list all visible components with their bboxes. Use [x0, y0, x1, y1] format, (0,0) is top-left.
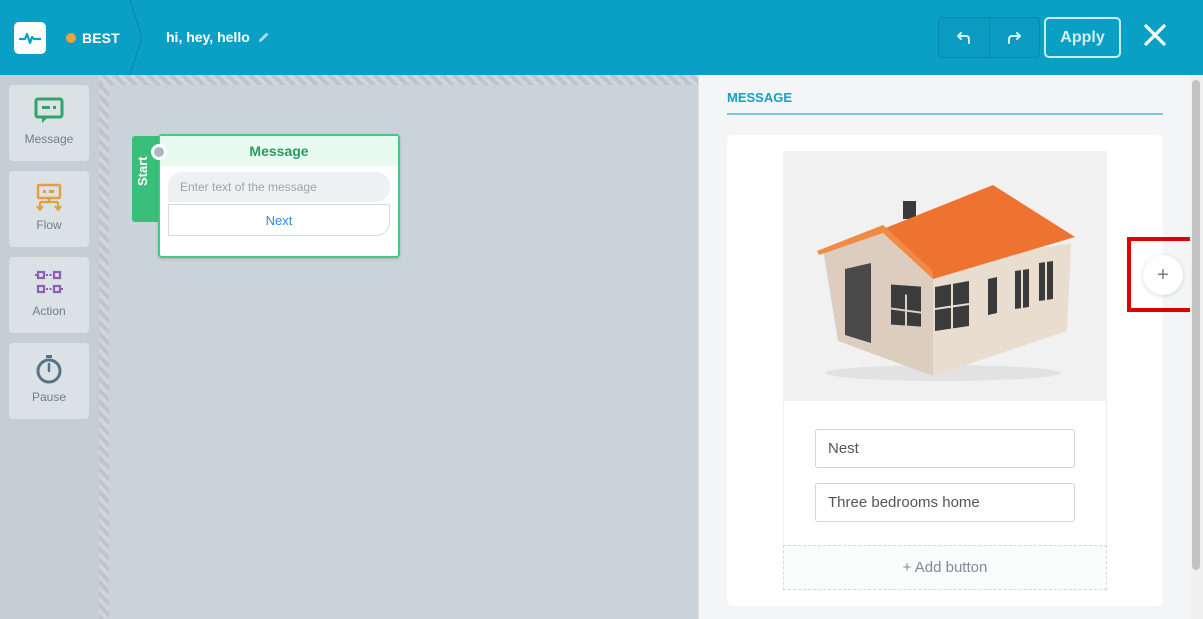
canvas-edge-top	[99, 75, 698, 85]
card-title-input[interactable]: Nest	[815, 429, 1075, 468]
pencil-icon[interactable]	[257, 30, 271, 44]
add-card-button[interactable]: +	[1143, 255, 1183, 295]
add-button[interactable]: + Add button	[783, 545, 1107, 590]
bot-status[interactable]: BEST	[66, 30, 120, 46]
house-image[interactable]	[783, 151, 1107, 401]
pulse-icon	[19, 32, 41, 45]
node-text-field[interactable]: Enter text of the message	[168, 172, 390, 202]
tool-message[interactable]: Message	[9, 85, 89, 161]
flow-name: hi, hey, hello	[166, 29, 250, 45]
node-next-button[interactable]: Next	[168, 204, 390, 236]
undo-button[interactable]	[939, 18, 989, 57]
status-dot	[66, 33, 76, 43]
tool-label: Pause	[31, 390, 67, 404]
redo-icon	[1008, 31, 1022, 44]
breadcrumb-separator	[129, 0, 143, 75]
message-node[interactable]: Message Enter text of the message Next	[151, 134, 400, 258]
top-bar: BEST hi, hey, hello Apply	[0, 0, 1203, 75]
tool-action[interactable]: Action	[9, 257, 89, 333]
undo-redo-group	[938, 17, 1040, 58]
undo-icon	[956, 31, 970, 44]
action-icon	[34, 269, 64, 297]
node-connector[interactable]	[151, 144, 167, 160]
tool-label: Flow	[36, 218, 62, 232]
canvas-edge	[99, 75, 109, 619]
close-icon[interactable]	[1142, 22, 1168, 48]
apply-button[interactable]: Apply	[1044, 17, 1121, 58]
tool-pause[interactable]: Pause	[9, 343, 89, 419]
app-logo[interactable]	[14, 22, 46, 54]
stopwatch-icon	[34, 355, 64, 384]
panel-title-underline	[727, 113, 1163, 115]
redo-button[interactable]	[988, 18, 1040, 57]
tool-flow[interactable]: Flow	[9, 171, 89, 247]
tool-label: Message	[24, 132, 74, 146]
start-label: Start	[135, 156, 150, 186]
message-icon	[34, 97, 64, 125]
bot-name: BEST	[82, 30, 120, 46]
panel-title: MESSAGE	[727, 90, 793, 105]
card-subtitle-input[interactable]: Three bedrooms home	[815, 483, 1075, 522]
scrollbar-thumb[interactable]	[1192, 80, 1200, 570]
node-title: Message	[160, 136, 398, 166]
toolbox: Message Flow Action Pause	[0, 75, 99, 619]
flow-icon	[34, 183, 64, 211]
tool-label: Action	[32, 304, 66, 318]
